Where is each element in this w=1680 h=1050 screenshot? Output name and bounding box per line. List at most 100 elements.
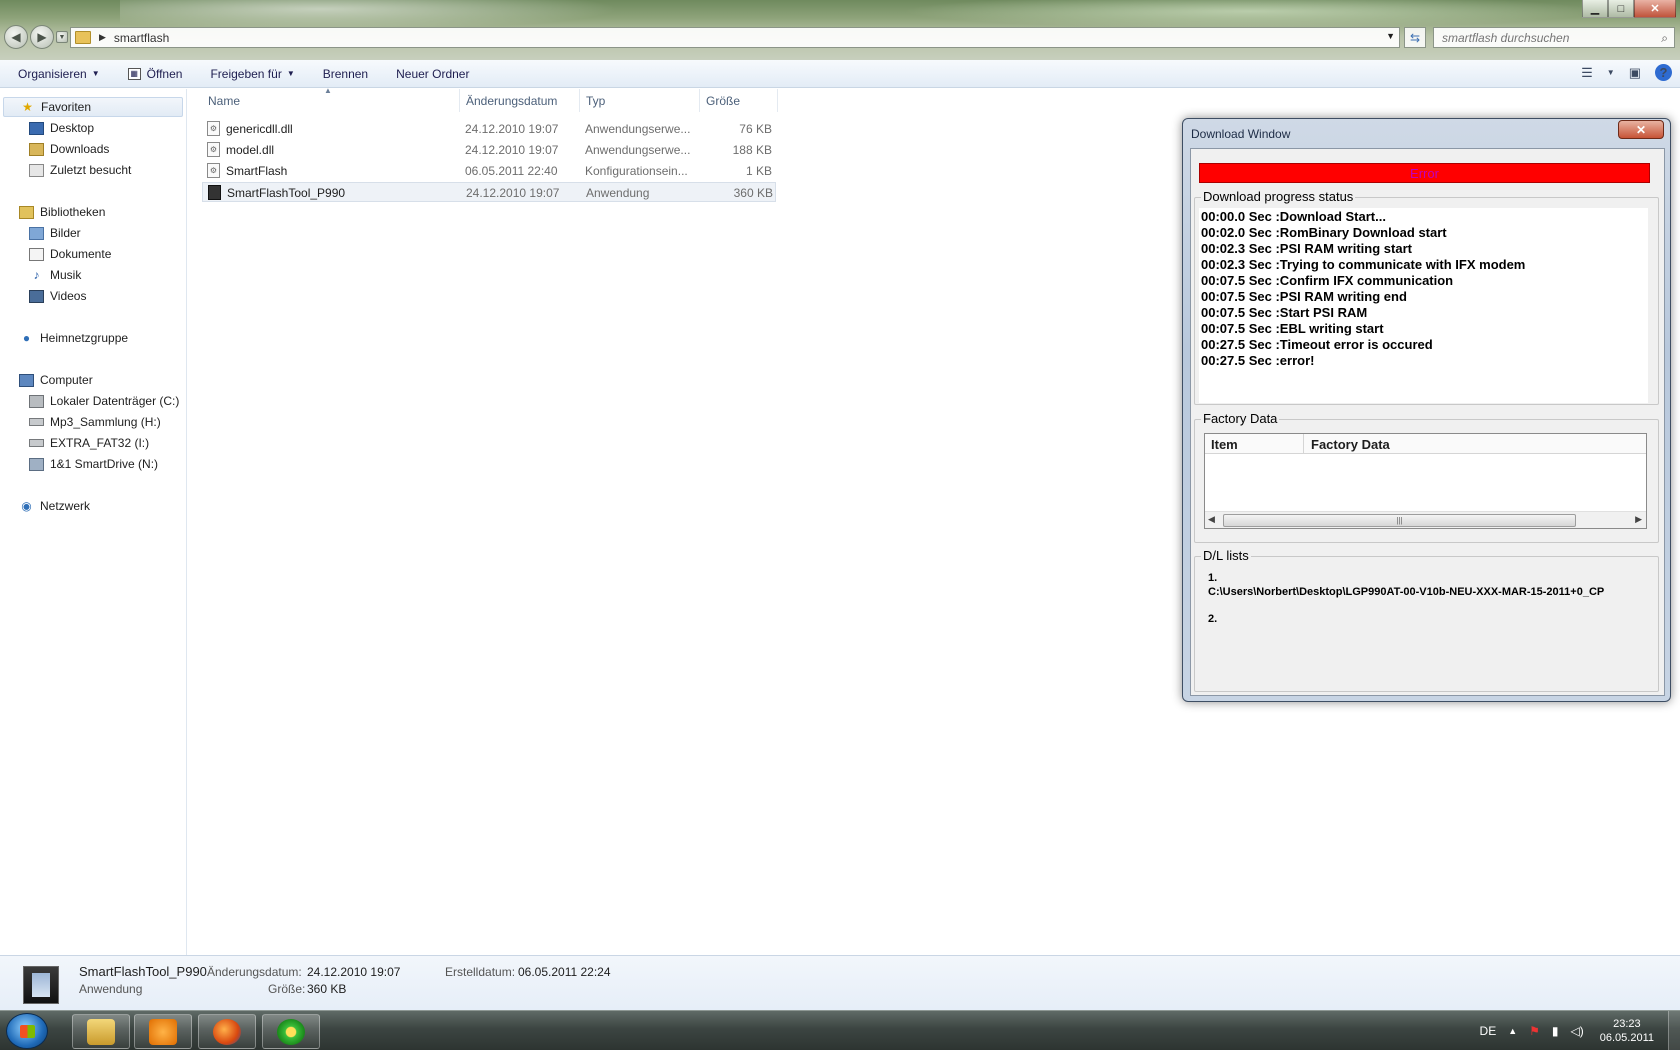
drive-icon bbox=[29, 439, 44, 447]
nav-pictures[interactable]: Bilder bbox=[29, 223, 81, 243]
show-hidden-icons-icon[interactable]: ▲ bbox=[1508, 1026, 1517, 1036]
download-window: Download Window ✕ Error Download progres… bbox=[1182, 118, 1671, 702]
log-line: 00:27.5 Sec :error! bbox=[1201, 353, 1315, 368]
taskbar-media-player[interactable] bbox=[134, 1014, 192, 1049]
scroll-thumb[interactable]: ||| bbox=[1223, 514, 1576, 527]
breadcrumb-smartflash[interactable]: smartflash bbox=[114, 31, 169, 45]
dl-lists-group: D/L lists 1. C:\Users\Norbert\Desktop\LG… bbox=[1194, 548, 1659, 692]
burn-button[interactable]: Brennen bbox=[309, 60, 382, 87]
network-signal-icon[interactable]: ▮ bbox=[1552, 1024, 1559, 1038]
firefox-icon bbox=[213, 1018, 241, 1045]
column-label: Änderungsdatum bbox=[466, 93, 558, 108]
language-indicator[interactable]: DE bbox=[1480, 1024, 1497, 1038]
scroll-right-icon[interactable]: ▶ bbox=[1635, 514, 1642, 525]
chevron-down-icon: ▼ bbox=[91, 69, 100, 78]
column-label: Größe bbox=[706, 93, 741, 108]
column-header-size[interactable]: Größe bbox=[700, 89, 778, 112]
nav-drive-n[interactable]: 1&1 SmartDrive (N:) bbox=[29, 454, 158, 474]
factory-data-table[interactable]: Item Factory Data ◀ ||| ▶ bbox=[1204, 433, 1647, 529]
nav-homegroup[interactable]: ● Heimnetzgruppe bbox=[19, 328, 128, 348]
videos-icon bbox=[29, 289, 44, 303]
scroll-left-icon[interactable]: ◀ bbox=[1208, 514, 1215, 525]
nav-label: Heimnetzgruppe bbox=[40, 331, 129, 345]
nav-drive-c[interactable]: Lokaler Datenträger (C:) bbox=[29, 391, 179, 411]
chevron-down-icon[interactable]: ▼ bbox=[1607, 68, 1615, 77]
share-button[interactable]: Freigeben für ▼ bbox=[196, 60, 308, 87]
preview-pane-icon[interactable]: ▣ bbox=[1629, 65, 1641, 81]
column-header-item[interactable]: Item bbox=[1211, 437, 1307, 452]
nav-music[interactable]: ♪ Musik bbox=[29, 265, 82, 285]
dl-item-number: 2. bbox=[1208, 613, 1218, 625]
nav-favorites[interactable]: ★ Favoriten bbox=[3, 97, 183, 117]
back-button[interactable]: ◀ bbox=[4, 25, 28, 49]
open-label: Öffnen bbox=[146, 66, 183, 81]
horizontal-scrollbar[interactable]: ◀ ||| ▶ bbox=[1205, 511, 1646, 528]
view-options-icon[interactable]: ☰ bbox=[1581, 65, 1593, 81]
file-row[interactable]: ⚙ model.dll 24.12.2010 19:07 Anwendungse… bbox=[202, 140, 776, 160]
nav-network[interactable]: ◉ Netzwerk bbox=[19, 496, 90, 516]
nav-label: Dokumente bbox=[50, 247, 112, 261]
nav-drive-h[interactable]: Mp3_Sammlung (H:) bbox=[29, 412, 161, 432]
system-tray: DE ▲ ⚑ ▮ ◁) 23:23 06.05.2011 bbox=[1474, 1011, 1680, 1050]
start-button[interactable] bbox=[6, 1013, 48, 1049]
new-folder-button[interactable]: Neuer Ordner bbox=[382, 60, 483, 87]
nav-drive-i[interactable]: EXTRA_FAT32 (I:) bbox=[29, 433, 149, 453]
taskbar-icq[interactable] bbox=[262, 1014, 320, 1049]
column-header-type[interactable]: Typ bbox=[580, 89, 700, 112]
nav-label: EXTRA_FAT32 (I:) bbox=[50, 436, 150, 450]
maximize-button[interactable]: □ bbox=[1608, 0, 1634, 18]
volume-icon[interactable]: ◁) bbox=[1571, 1024, 1584, 1038]
column-header-factory-data[interactable]: Factory Data bbox=[1303, 434, 1623, 454]
file-date: 24.12.2010 19:07 bbox=[465, 122, 559, 136]
nav-recent[interactable]: Zuletzt besucht bbox=[29, 160, 131, 180]
forward-button[interactable]: ▶ bbox=[30, 25, 54, 49]
navigation-pane: ★ Favoriten Desktop Downloads Zuletzt bes… bbox=[0, 89, 187, 956]
taskbar-explorer[interactable] bbox=[72, 1014, 130, 1049]
file-row-selected[interactable]: SmartFlashTool_P990 24.12.2010 19:07 Anw… bbox=[202, 182, 776, 202]
recent-places-icon bbox=[29, 163, 44, 177]
taskbar-firefox[interactable] bbox=[198, 1014, 256, 1049]
breadcrumb-arrow-icon[interactable]: ▶ bbox=[99, 32, 106, 43]
action-center-flag-icon[interactable]: ⚑ bbox=[1529, 1024, 1540, 1038]
progress-log[interactable]: 00:00.0 Sec :Download Start... 00:02.0 S… bbox=[1199, 208, 1648, 403]
details-created-label: Erstelldatum: bbox=[445, 965, 516, 979]
homegroup-icon: ● bbox=[22, 331, 31, 345]
network-drive-icon bbox=[29, 457, 44, 471]
open-button[interactable]: ▦ Öffnen bbox=[114, 60, 197, 87]
dl-item-path: C:\Users\Norbert\Desktop\LGP990AT-00-V10… bbox=[1208, 586, 1605, 598]
clock[interactable]: 23:23 06.05.2011 bbox=[1600, 1017, 1654, 1045]
dl-lists-group-label: D/L lists bbox=[1201, 548, 1251, 563]
address-dropdown-icon[interactable]: ▼ bbox=[1386, 31, 1395, 41]
column-header-date[interactable]: Änderungsdatum bbox=[460, 89, 580, 112]
nav-downloads[interactable]: Downloads bbox=[29, 139, 109, 159]
log-line: 00:02.3 Sec :PSI RAM writing start bbox=[1201, 241, 1412, 256]
nav-label: Computer bbox=[40, 373, 93, 387]
folder-icon bbox=[75, 31, 91, 44]
documents-icon bbox=[29, 247, 44, 261]
log-line: 00:07.5 Sec :PSI RAM writing end bbox=[1201, 289, 1407, 304]
address-bar[interactable]: ▶ smartflash ▼ bbox=[70, 27, 1400, 48]
nav-desktop[interactable]: Desktop bbox=[29, 118, 94, 138]
nav-documents[interactable]: Dokumente bbox=[29, 244, 111, 264]
close-button[interactable]: ✕ bbox=[1634, 0, 1676, 18]
search-icon[interactable]: ⌕ bbox=[1661, 31, 1668, 46]
recent-pages-button[interactable]: ▼ bbox=[56, 31, 68, 43]
search-input[interactable] bbox=[1442, 30, 1652, 45]
file-row[interactable]: ⚙ genericdll.dll 24.12.2010 19:07 Anwend… bbox=[202, 119, 776, 139]
help-button[interactable]: ? bbox=[1655, 64, 1672, 81]
minimize-button[interactable]: ▁ bbox=[1582, 0, 1608, 18]
icq-flower-icon bbox=[277, 1018, 305, 1045]
details-modified-label: Änderungsdatum: bbox=[207, 965, 302, 979]
search-box[interactable]: ⌕ bbox=[1433, 27, 1675, 48]
organize-button[interactable]: Organisieren ▼ bbox=[0, 60, 114, 87]
log-line: 00:00.0 Sec :Download Start... bbox=[1201, 209, 1386, 224]
nav-libraries[interactable]: Bibliotheken bbox=[19, 202, 105, 222]
command-bar: Organisieren ▼ ▦ Öffnen Freigeben für ▼ Bre… bbox=[0, 60, 1680, 88]
file-row[interactable]: ⚙ SmartFlash 06.05.2011 22:40 Konfigurat… bbox=[202, 161, 776, 181]
download-window-close-button[interactable]: ✕ bbox=[1618, 120, 1664, 139]
downloads-icon bbox=[29, 142, 44, 156]
nav-computer[interactable]: Computer bbox=[19, 370, 93, 390]
show-desktop-button[interactable] bbox=[1668, 1011, 1680, 1050]
nav-videos[interactable]: Videos bbox=[29, 286, 86, 306]
refresh-button[interactable]: ⇆ bbox=[1404, 27, 1426, 48]
